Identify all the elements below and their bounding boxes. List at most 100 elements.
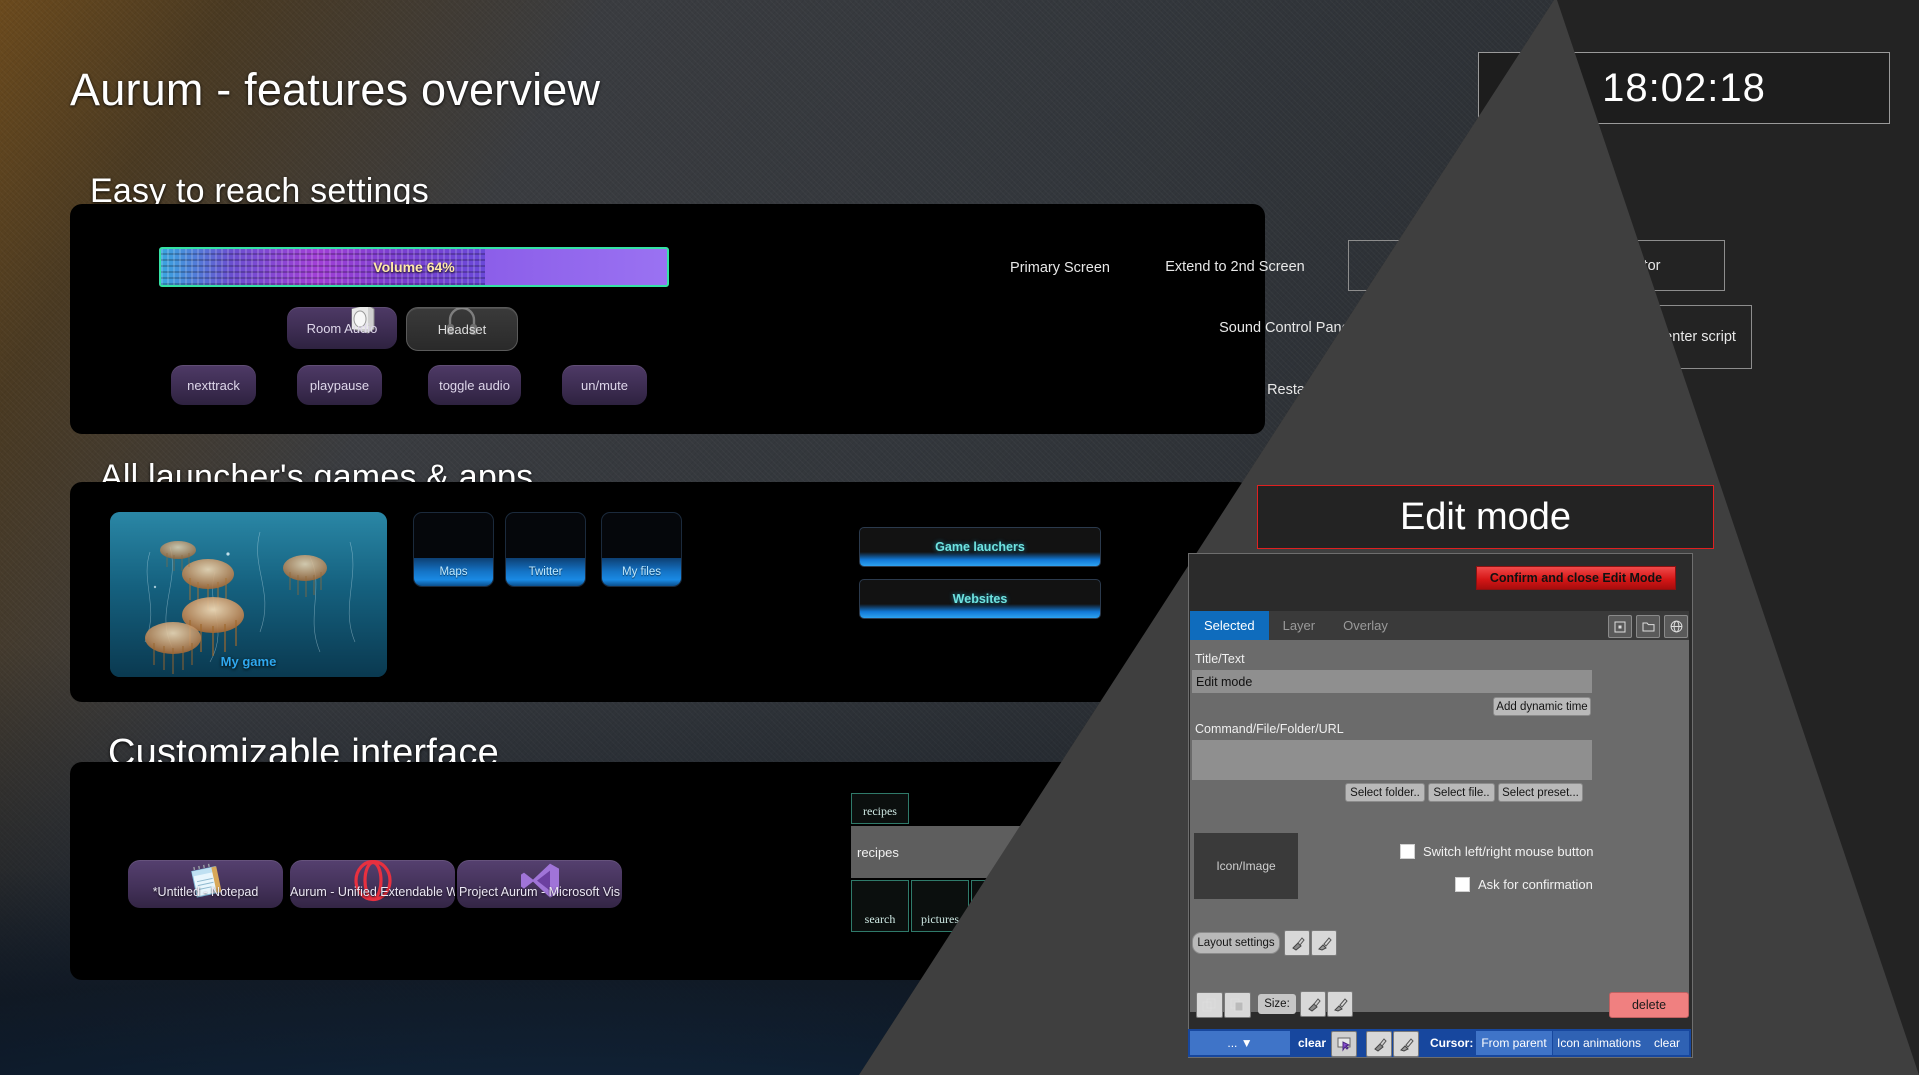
cursor-from-parent-button[interactable]: From parent (1476, 1031, 1552, 1055)
cursor-preview-icon[interactable] (1331, 1031, 1357, 1057)
layer-dropdown[interactable]: ... ▼ (1190, 1031, 1290, 1055)
checkbox-ask-confirmation[interactable]: Ask for confirmation (1455, 877, 1593, 892)
size-brush-icon[interactable] (1300, 991, 1326, 1017)
tab-selected[interactable]: Selected (1190, 611, 1269, 640)
display-button-primary-screen-label: Primary Screen (1010, 260, 1110, 276)
app-shortcut-notepad[interactable]: *Untitled - Notepad (128, 860, 283, 908)
checkbox-ask-confirmation-box[interactable] (1455, 877, 1470, 892)
app-shortcut-visual-studio[interactable]: Project Aurum - Microsoft Vis (457, 860, 622, 908)
command-label: Command/File/Folder/URL (1195, 722, 1344, 736)
square-icon[interactable] (1608, 615, 1632, 638)
icon-image-dropzone[interactable]: Icon/Image (1194, 833, 1298, 899)
icon-image-label: Icon/Image (1216, 859, 1275, 873)
select-folder-label: Select folder.. (1350, 787, 1420, 799)
layout-settings-button[interactable]: Layout settings (1192, 932, 1280, 954)
launcher-button-game-launchers[interactable]: Game lauchers (859, 527, 1101, 567)
brush-icon-glyph (1290, 936, 1305, 951)
delete-button[interactable]: delete (1609, 992, 1689, 1018)
game-tile-label: My game (110, 654, 387, 669)
title-text-label: Title/Text (1195, 652, 1245, 666)
media-button-toggle-audio-label: toggle audio (439, 378, 510, 393)
size-label: Size: (1258, 994, 1296, 1014)
icon-animations-button[interactable]: Icon animations (1553, 1031, 1645, 1055)
app-shortcut-opera[interactable]: Aurum - Unified Extendable Wo (290, 860, 455, 908)
launcher-tile-twitter-label: Twitter (506, 558, 585, 586)
folder-icon[interactable] (1636, 615, 1660, 638)
search-widget-tab-recipes[interactable]: recipes (851, 793, 909, 824)
command-input[interactable] (1192, 740, 1592, 780)
paste-icon-glyph (1230, 998, 1245, 1013)
audio-device-headset[interactable]: Headset (406, 307, 518, 351)
media-button-playpause[interactable]: playpause (297, 365, 382, 405)
eyedropper-icon[interactable] (1311, 930, 1337, 956)
select-folder-button[interactable]: Select folder.. (1345, 783, 1425, 802)
media-button-playpause-label: playpause (310, 378, 369, 393)
launcher-tile-my-files-label: My files (602, 558, 681, 586)
launcher-tile-maps[interactable]: Maps (413, 512, 494, 587)
cursor-preview-icon-glyph (1337, 1037, 1352, 1052)
cursor-eyedropper-icon[interactable] (1393, 1031, 1419, 1057)
jellyfish-artwork (110, 512, 387, 677)
paste-icon[interactable] (1224, 992, 1251, 1018)
layer-dropdown-label: ... ▼ (1227, 1036, 1252, 1050)
size-eyedropper-icon[interactable] (1327, 991, 1353, 1017)
eyedropper-icon-glyph (1317, 936, 1332, 951)
checkbox-switch-mouse-label: Switch left/right mouse button (1423, 844, 1594, 859)
media-button-toggle-audio[interactable]: toggle audio (428, 365, 521, 405)
cursor-from-parent-label: From parent (1481, 1036, 1546, 1050)
search-action-pictures-label: pictures (921, 912, 959, 927)
volume-label: Volume 64% (161, 249, 667, 285)
cursor-brush-icon[interactable] (1366, 1031, 1392, 1057)
checkbox-switch-mouse-button[interactable]: Switch left/right mouse button (1400, 844, 1594, 859)
launcher-tile-twitter[interactable]: Twitter (505, 512, 586, 587)
app-shortcut-notepad-label: *Untitled - Notepad (128, 885, 283, 899)
search-action-search-label: search (865, 912, 896, 927)
confirm-close-edit-mode-button[interactable]: Confirm and close Edit Mode (1476, 566, 1676, 590)
select-preset-button[interactable]: Select preset... (1498, 783, 1583, 802)
tab-overlay[interactable]: Overlay (1329, 611, 1402, 640)
checkbox-switch-mouse-box[interactable] (1400, 844, 1415, 859)
display-button-extend-2nd-screen[interactable]: Extend to 2nd Screen (1130, 240, 1340, 294)
bottom-clear-label[interactable]: clear (1298, 1031, 1326, 1055)
delete-button-label: delete (1632, 998, 1666, 1012)
bottom-clear-text: clear (1298, 1036, 1326, 1050)
launcher-button-game-launchers-label: Game lauchers (860, 528, 1100, 566)
select-file-label: Select file.. (1433, 787, 1489, 799)
search-widget-tab-recipes-label: recipes (863, 804, 897, 819)
brush-icon[interactable] (1284, 930, 1310, 956)
audio-device-headset-label: Headset (438, 322, 486, 337)
display-button-sound-control-panel-label: Sound Control Panel (1219, 320, 1353, 336)
checkbox-ask-confirmation-label: Ask for confirmation (1478, 877, 1593, 892)
media-button-unmute-label: un/mute (581, 378, 628, 393)
square-icon-glyph (1614, 621, 1626, 633)
tab-layer[interactable]: Layer (1269, 611, 1330, 640)
launcher-tile-maps-label: Maps (414, 558, 493, 586)
title-text-input[interactable] (1192, 670, 1592, 693)
cursor-brush-icon-glyph (1372, 1037, 1387, 1052)
size-brush-icon-glyph (1306, 997, 1321, 1012)
launcher-button-websites[interactable]: Websites (859, 579, 1101, 619)
search-action-search[interactable]: search (851, 880, 909, 932)
media-button-unmute[interactable]: un/mute (562, 365, 647, 405)
confirm-close-edit-mode-label: Confirm and close Edit Mode (1490, 571, 1662, 585)
copy-icon[interactable] (1196, 992, 1223, 1018)
edit-mode-banner[interactable]: Edit mode (1257, 485, 1714, 549)
icon-animations-clear-label: clear (1654, 1036, 1680, 1050)
layout-settings-label: Layout settings (1197, 937, 1274, 949)
audio-device-room-audio[interactable]: Room Audio (287, 307, 397, 349)
game-tile-my-game[interactable]: My game (110, 512, 387, 677)
select-file-button[interactable]: Select file.. (1428, 783, 1495, 802)
audio-device-room-audio-label: Room Audio (307, 321, 378, 336)
volume-slider[interactable]: Volume 64% (159, 247, 669, 287)
launcher-tile-my-files[interactable]: My files (601, 512, 682, 587)
edit-mode-banner-label: Edit mode (1400, 496, 1571, 539)
media-button-nexttrack-label: nexttrack (187, 378, 240, 393)
cursor-eyedropper-icon-glyph (1399, 1037, 1414, 1052)
media-button-nexttrack[interactable]: nexttrack (171, 365, 256, 405)
globe-icon[interactable] (1664, 615, 1688, 638)
display-button-extend-2nd-screen-label: Extend to 2nd Screen (1165, 259, 1304, 275)
globe-icon-glyph (1670, 620, 1683, 633)
icon-animations-clear-button[interactable]: clear (1645, 1031, 1689, 1055)
tab-layer-label: Layer (1283, 618, 1316, 633)
add-dynamic-time-button[interactable]: Add dynamic time (1493, 697, 1591, 716)
